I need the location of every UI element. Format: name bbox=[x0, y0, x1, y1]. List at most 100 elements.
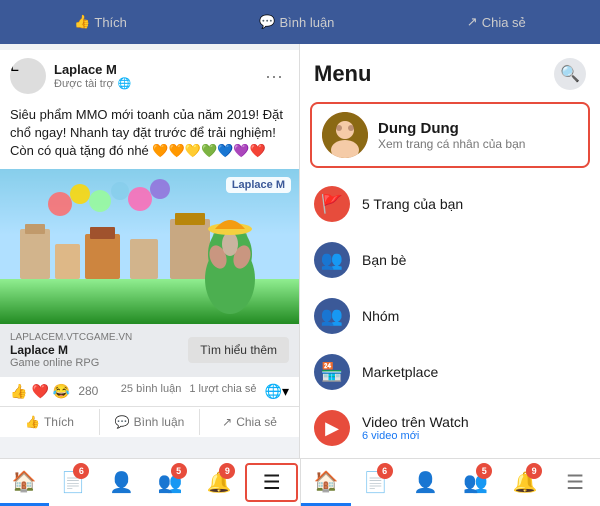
comment-count: 25 bình luận bbox=[121, 383, 182, 400]
video-icon: ▶ bbox=[314, 410, 350, 446]
video-label: Video trên Watch bbox=[362, 414, 469, 430]
bell-badge-left: 9 bbox=[219, 463, 235, 479]
menu-item-pages[interactable]: 🚩 5 Trang của bạn bbox=[300, 176, 600, 232]
marketplace-label: Marketplace bbox=[362, 364, 438, 380]
nav-bell-left[interactable]: 🔔 9 bbox=[195, 459, 244, 506]
topbar-like-btn[interactable]: 👍 Thích bbox=[66, 10, 135, 34]
post-actions: 👍 Thích 💬 Bình luận ↗ Chia sẻ bbox=[0, 407, 299, 437]
menu-header: Menu 🔍 bbox=[300, 44, 600, 98]
nav-home-left[interactable]: 🏠 bbox=[0, 459, 49, 506]
like-reaction-icon: 👍 bbox=[10, 383, 27, 400]
reaction-count: 280 bbox=[78, 384, 98, 398]
nav-bell-right[interactable]: 🔔 9 bbox=[500, 459, 550, 506]
marketplace-icon: 🏪 bbox=[314, 354, 350, 390]
video-sublabel: 6 video mới bbox=[362, 430, 469, 442]
video-text: Video trên Watch 6 video mới bbox=[362, 414, 469, 442]
nav-friends-left[interactable]: 👤 bbox=[97, 459, 146, 506]
post-meta: Được tài trợ 🌐 bbox=[54, 77, 259, 90]
topbar-comment-label: Bình luận bbox=[279, 15, 334, 30]
share-count: 1 lượt chia sẻ bbox=[189, 383, 256, 400]
like-icon: 👍 bbox=[74, 14, 90, 30]
menu-icon-left: ☰ bbox=[263, 470, 281, 495]
post-options-button[interactable]: ··· bbox=[259, 64, 289, 89]
groups-badge-right: 5 bbox=[476, 463, 492, 479]
menu-item-groups[interactable]: 👥 Nhóm bbox=[300, 288, 600, 344]
pages-label: 5 Trang của bạn bbox=[362, 196, 463, 212]
comment-share-counts: 25 bình luận 1 lượt chia sẻ 🌐▾ bbox=[121, 383, 289, 400]
menu-item-video[interactable]: ▶ Video trên Watch 6 video mới bbox=[300, 400, 600, 456]
profile-avatar bbox=[322, 112, 368, 158]
bottom-nav-left: 🏠 📄 6 👤 👥 5 🔔 9 ☰ bbox=[0, 459, 300, 506]
haha-reaction-icon: 😂 bbox=[53, 383, 70, 400]
pages-badge-left: 6 bbox=[73, 463, 89, 479]
menu-item-friends[interactable]: 👥 Bạn bè bbox=[300, 232, 600, 288]
avatar-svg bbox=[322, 112, 368, 158]
main-content: L Laplace M Được tài trợ 🌐 ··· Siêu phẩm… bbox=[0, 44, 600, 458]
reaction-group: 👍 ❤️ 😂 280 bbox=[10, 383, 98, 400]
post-link-bar: LAPLACEM.VTCGAME.VN Laplace M Game onlin… bbox=[0, 324, 299, 377]
pages-icon: 🚩 bbox=[314, 186, 350, 222]
comment-action-button[interactable]: 💬 Bình luận bbox=[100, 409, 200, 435]
menu-profile-item[interactable]: Dung Dung Xem trang cá nhân của bạn bbox=[310, 102, 590, 168]
top-bar: 👍 Thích 💬 Bình luận ↗ Chia sẻ bbox=[0, 0, 600, 44]
share-icon: ↗ bbox=[467, 14, 478, 30]
groups-label: Nhóm bbox=[362, 308, 399, 324]
nav-pages-right[interactable]: 📄 6 bbox=[351, 459, 401, 506]
home-icon-right: 🏠 bbox=[313, 469, 338, 494]
topbar-share-label: Chia sẻ bbox=[482, 15, 526, 30]
nav-menu-right[interactable]: ☰ bbox=[550, 459, 600, 506]
action-share-label: Chia sẻ bbox=[236, 415, 277, 429]
marketplace-text: Marketplace bbox=[362, 364, 438, 380]
action-comment-icon: 💬 bbox=[115, 415, 130, 429]
globe-icon: 🌐 bbox=[118, 77, 132, 90]
post-link-url: LAPLACEM.VTCGAME.VN bbox=[10, 332, 188, 343]
like-action-button[interactable]: 👍 Thích bbox=[0, 409, 100, 435]
nav-menu-left[interactable]: ☰ bbox=[245, 463, 298, 502]
post-stats: 👍 ❤️ 😂 280 25 bình luận 1 lượt chia sẻ 🌐… bbox=[0, 377, 299, 407]
post-image: Laplace M bbox=[0, 169, 299, 324]
topbar-share-btn[interactable]: ↗ Chia sẻ bbox=[459, 10, 534, 34]
menu-icon-right: ☰ bbox=[566, 470, 584, 495]
friends-nav-icon-left: 👤 bbox=[109, 470, 134, 495]
nav-friends-right[interactable]: 👤 bbox=[401, 459, 451, 506]
nav-groups-right[interactable]: 👥 5 bbox=[450, 459, 500, 506]
sponsored-label: Được tài trợ bbox=[54, 78, 114, 90]
menu-item-marketplace[interactable]: 🏪 Marketplace bbox=[300, 344, 600, 400]
bell-badge-right: 9 bbox=[526, 463, 542, 479]
feed-panel: L Laplace M Được tài trợ 🌐 ··· Siêu phẩm… bbox=[0, 44, 300, 458]
home-icon-left: 🏠 bbox=[12, 469, 37, 494]
post-link-info: LAPLACEM.VTCGAME.VN Laplace M Game onlin… bbox=[10, 332, 188, 369]
game-logo: Laplace M bbox=[226, 177, 291, 193]
topbar-comment-btn[interactable]: 💬 Bình luận bbox=[251, 10, 342, 34]
menu-items-list: 🚩 5 Trang của bạn 👥 Bạn bè 👥 Nhóm 🏪 bbox=[300, 172, 600, 458]
post-card: L Laplace M Được tài trợ 🌐 ··· Siêu phẩm… bbox=[0, 50, 299, 437]
learn-more-button[interactable]: Tìm hiểu thêm bbox=[188, 337, 289, 363]
nav-groups-left[interactable]: 👥 5 bbox=[146, 459, 195, 506]
nav-pages-left[interactable]: 📄 6 bbox=[49, 459, 98, 506]
share-action-button[interactable]: ↗ Chia sẻ bbox=[200, 409, 299, 435]
groups-badge-left: 5 bbox=[171, 463, 187, 479]
action-share-icon: ↗ bbox=[222, 415, 232, 429]
topbar-like-label: Thích bbox=[94, 15, 127, 30]
post-author: Laplace M bbox=[54, 62, 259, 77]
groups-text: Nhóm bbox=[362, 308, 399, 324]
menu-search-button[interactable]: 🔍 bbox=[554, 58, 586, 90]
friends-icon: 👥 bbox=[314, 242, 350, 278]
nav-home-right[interactable]: 🏠 bbox=[301, 459, 351, 506]
friends-nav-icon-right: 👤 bbox=[413, 470, 438, 495]
avatar: L bbox=[10, 58, 46, 94]
post-link-title: Laplace M bbox=[10, 343, 188, 357]
menu-title: Menu bbox=[314, 61, 371, 87]
avatar-image: L bbox=[10, 58, 46, 76]
action-like-icon: 👍 bbox=[25, 415, 40, 429]
menu-panel: Menu 🔍 Dung Dung Xem tra bbox=[300, 44, 600, 458]
action-comment-label: Bình luận bbox=[134, 415, 185, 429]
post-link-subtitle: Game online RPG bbox=[10, 357, 188, 369]
bottom-nav: 🏠 📄 6 👤 👥 5 🔔 9 ☰ 🏠 📄 6 👤 bbox=[0, 458, 600, 506]
comment-icon: 💬 bbox=[259, 14, 275, 30]
post-info: Laplace M Được tài trợ 🌐 bbox=[54, 62, 259, 90]
pages-badge-right: 6 bbox=[377, 463, 393, 479]
post-header: L Laplace M Được tài trợ 🌐 ··· bbox=[0, 50, 299, 102]
profile-subtitle: Xem trang cá nhân của bạn bbox=[378, 137, 525, 151]
love-reaction-icon: ❤️ bbox=[31, 383, 48, 400]
